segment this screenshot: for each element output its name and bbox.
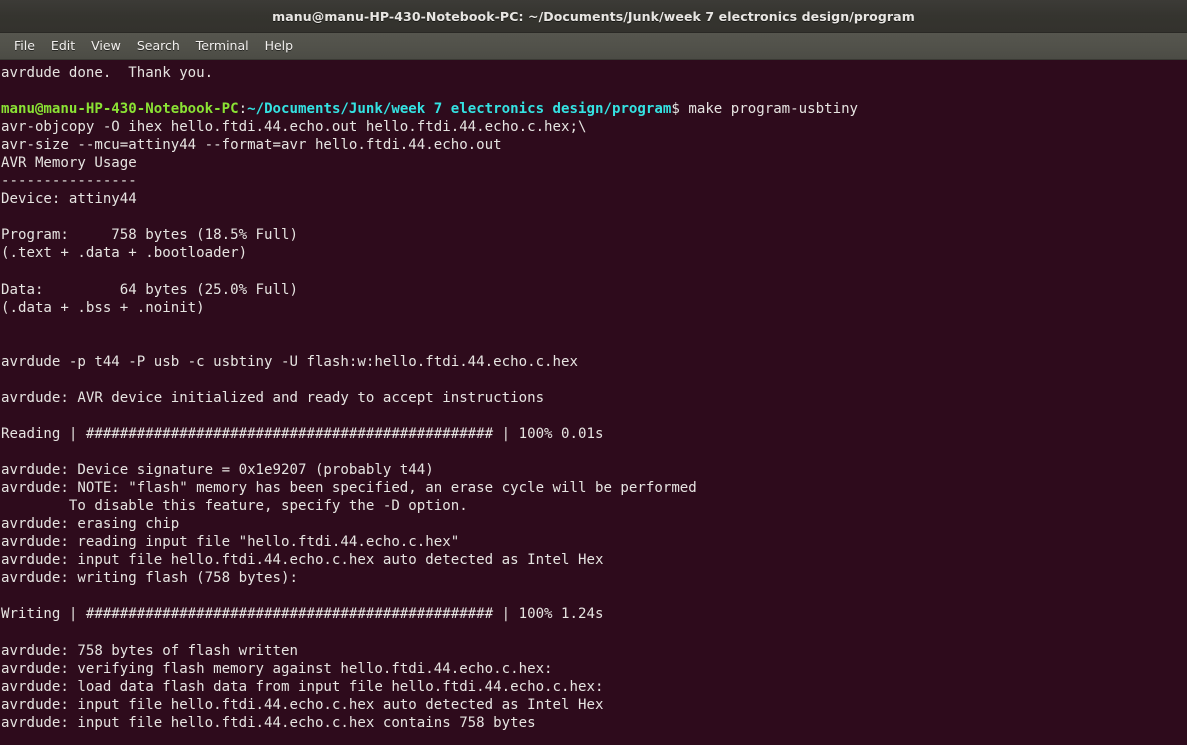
window-titlebar: manu@manu-HP-430-Notebook-PC: ~/Document… — [0, 0, 1187, 33]
terminal-line: avrdude done. Thank you. — [1, 65, 214, 81]
terminal-line: (.text + .data + .bootloader) — [1, 245, 248, 262]
terminal-line: avrdude -p t44 -P usb -c usbtiny -U flas… — [1, 353, 578, 370]
terminal-line: avr-size --mcu=attiny44 --format=avr hel… — [1, 137, 502, 154]
terminal-line: avrdude: NOTE: "flash" memory has been s… — [1, 480, 697, 497]
terminal-line: Data: 64 bytes (25.0% Full) — [1, 281, 298, 298]
terminal-window: manu@manu-HP-430-Notebook-PC: ~/Document… — [0, 0, 1187, 745]
menu-item-file[interactable]: File — [6, 35, 43, 57]
terminal-line: avrdude: input file hello.ftdi.44.echo.c… — [1, 552, 604, 569]
prompt-user-host: manu@manu-HP-430-Notebook-PC — [1, 101, 239, 118]
terminal-line: avrdude: erasing chip — [1, 516, 180, 533]
terminal-line: Device: attiny44 — [1, 191, 137, 208]
terminal-line: AVR Memory Usage — [1, 155, 137, 172]
terminal-line: avrdude: writing flash (758 bytes): — [1, 570, 298, 587]
terminal-line: Writing | ##############################… — [1, 606, 604, 623]
menu-item-terminal[interactable]: Terminal — [188, 35, 257, 57]
terminal-line: avr-objcopy -O ihex hello.ftdi.44.echo.o… — [1, 119, 587, 136]
menu-item-view[interactable]: View — [83, 35, 129, 57]
terminal-line: avrdude: verifying flash memory against … — [1, 660, 553, 677]
terminal-line: avrdude: AVR device initialized and read… — [1, 389, 545, 406]
terminal-line: Reading | ##############################… — [1, 425, 604, 442]
terminal-line: avrdude: input file hello.ftdi.44.echo.c… — [1, 714, 536, 731]
terminal-line: To disable this feature, specify the -D … — [1, 498, 468, 515]
terminal-line: avrdude: Device signature = 0x1e9207 (pr… — [1, 462, 434, 479]
menu-item-search[interactable]: Search — [129, 35, 188, 57]
menu-item-edit[interactable]: Edit — [43, 35, 83, 57]
terminal-line: avrdude: input file hello.ftdi.44.echo.c… — [1, 696, 604, 713]
terminal-line: avrdude: load data flash data from input… — [1, 678, 604, 695]
terminal-line: avrdude: 758 bytes of flash written — [1, 642, 298, 659]
prompt-separator: : — [238, 101, 248, 118]
prompt-symbol: $ — [671, 101, 680, 118]
terminal-prompt-line: manu@manu-HP-430-Notebook-PC:~/Documents… — [1, 100, 1187, 118]
menu-item-help[interactable]: Help — [257, 35, 302, 57]
terminal-output-area[interactable]: avrdude done. Thank you. manu@manu-HP-43… — [0, 60, 1187, 745]
terminal-line: ---------------- — [1, 173, 137, 190]
menubar[interactable]: File Edit View Search Terminal Help — [0, 33, 1187, 60]
terminal-line: avrdude: reading input file "hello.ftdi.… — [1, 534, 460, 551]
terminal-line: (.data + .bss + .noinit) — [1, 299, 205, 316]
terminal-line: Program: 758 bytes (18.5% Full) — [1, 227, 298, 244]
window-title: manu@manu-HP-430-Notebook-PC: ~/Document… — [272, 8, 915, 24]
prompt-command: make program-usbtiny — [679, 101, 859, 118]
terminal-screen: avrdude done. Thank you. manu@manu-HP-43… — [1, 64, 1187, 732]
prompt-path: ~/Documents/Junk/week 7 electronics desi… — [247, 101, 672, 118]
